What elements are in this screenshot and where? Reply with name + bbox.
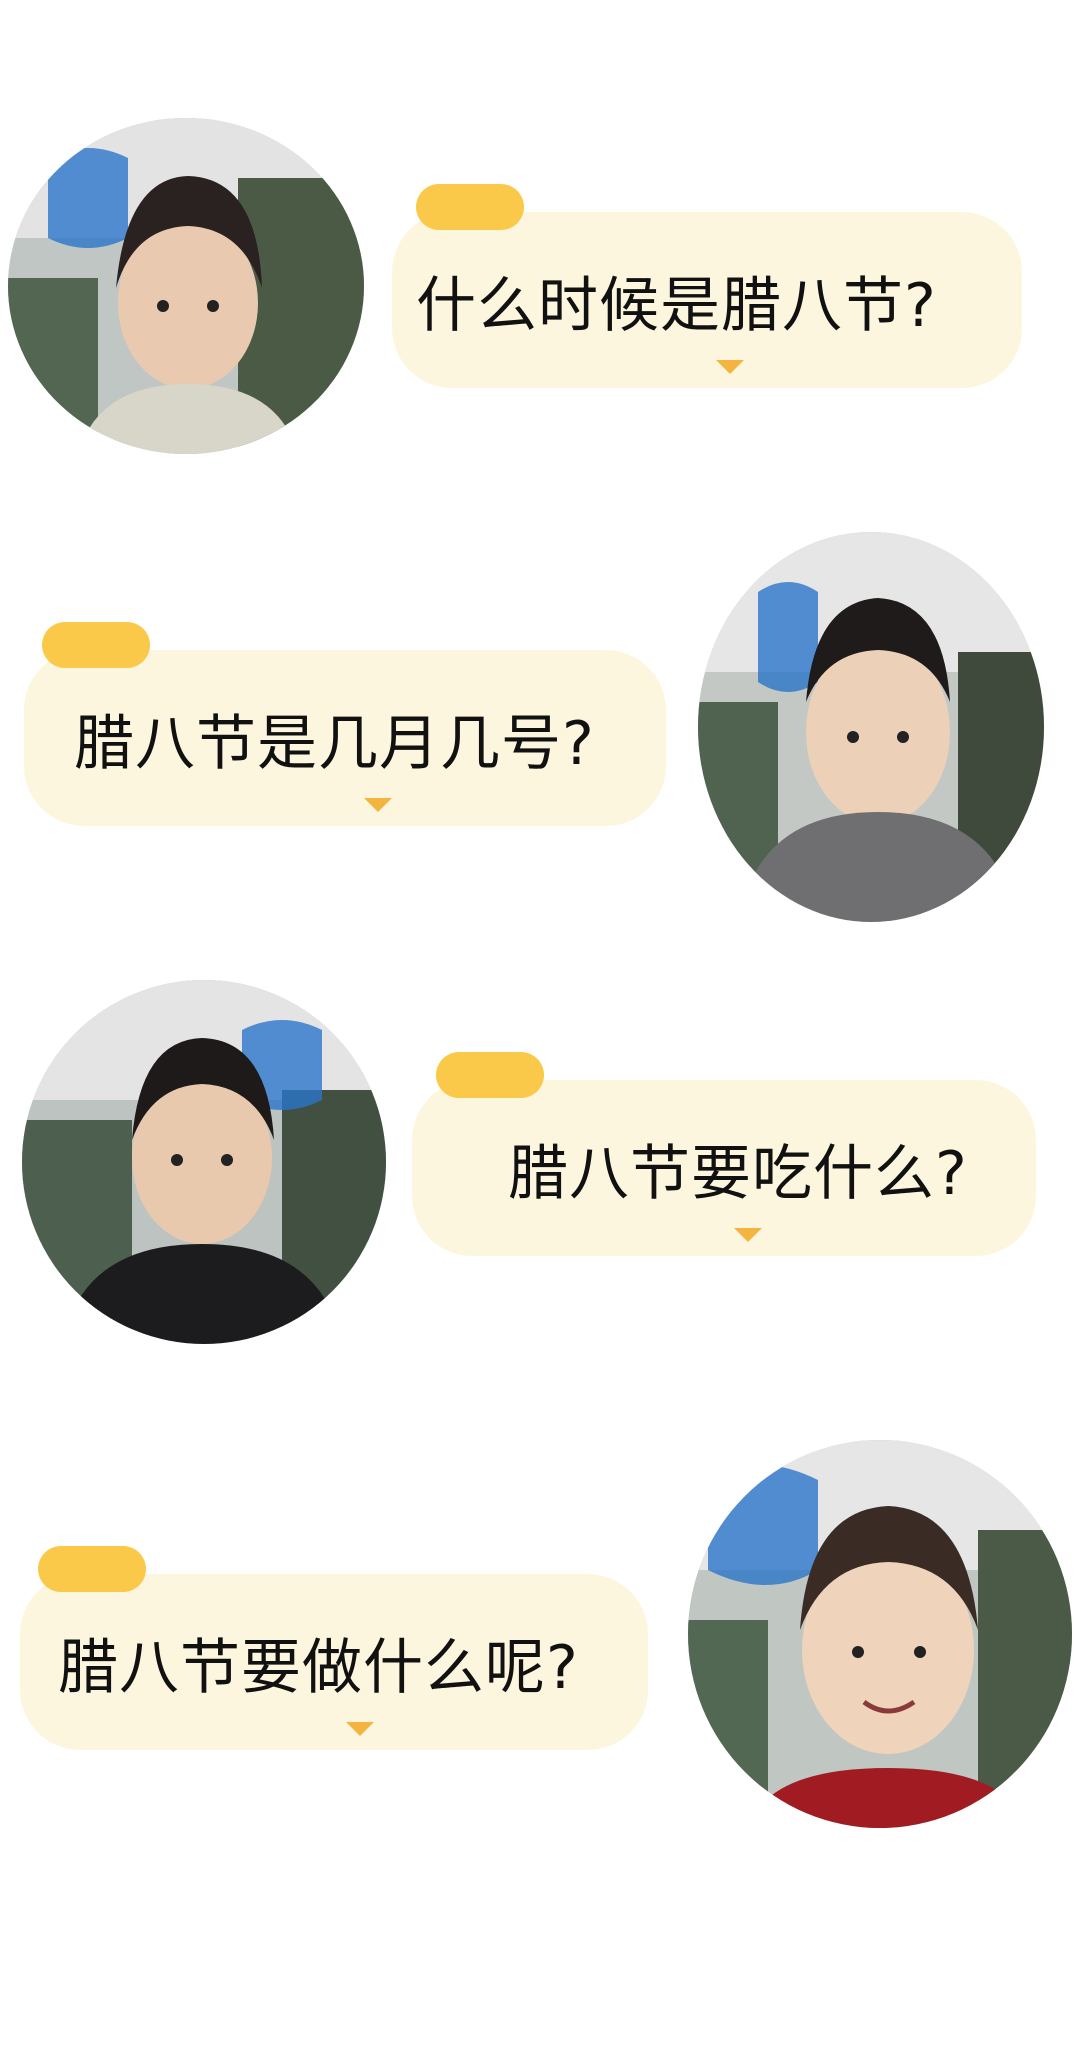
- caret-down-icon: [364, 798, 392, 812]
- avatar-boy-gray-jacket: [698, 532, 1044, 922]
- speech-bubble-4: 腊八节要做什么呢?: [20, 1546, 648, 1750]
- dialog-row-4: 腊八节要做什么呢?: [0, 1440, 1080, 1828]
- dialog-row-2: 腊八节是几月几号?: [0, 532, 1080, 922]
- dialog-row-3: 腊八节要吃什么?: [0, 980, 1080, 1352]
- avatar-boy-smiling: [688, 1440, 1072, 1828]
- question-text: 腊八节是几月几号?: [74, 708, 595, 779]
- avatar-boy-black-jacket: [22, 980, 386, 1344]
- caret-down-icon: [346, 1722, 374, 1736]
- avatar-girl: [8, 118, 364, 454]
- dialog-row-1: 什么时候是腊八节?: [0, 118, 1080, 458]
- speech-bubble-1: 什么时候是腊八节?: [392, 184, 1022, 388]
- speech-bubble-2: 腊八节是几月几号?: [24, 622, 666, 826]
- question-text: 什么时候是腊八节?: [416, 270, 937, 341]
- question-text: 腊八节要做什么呢?: [58, 1632, 579, 1703]
- caret-down-icon: [716, 360, 744, 374]
- speech-bubble-3: 腊八节要吃什么?: [412, 1052, 1036, 1256]
- caret-down-icon: [734, 1228, 762, 1242]
